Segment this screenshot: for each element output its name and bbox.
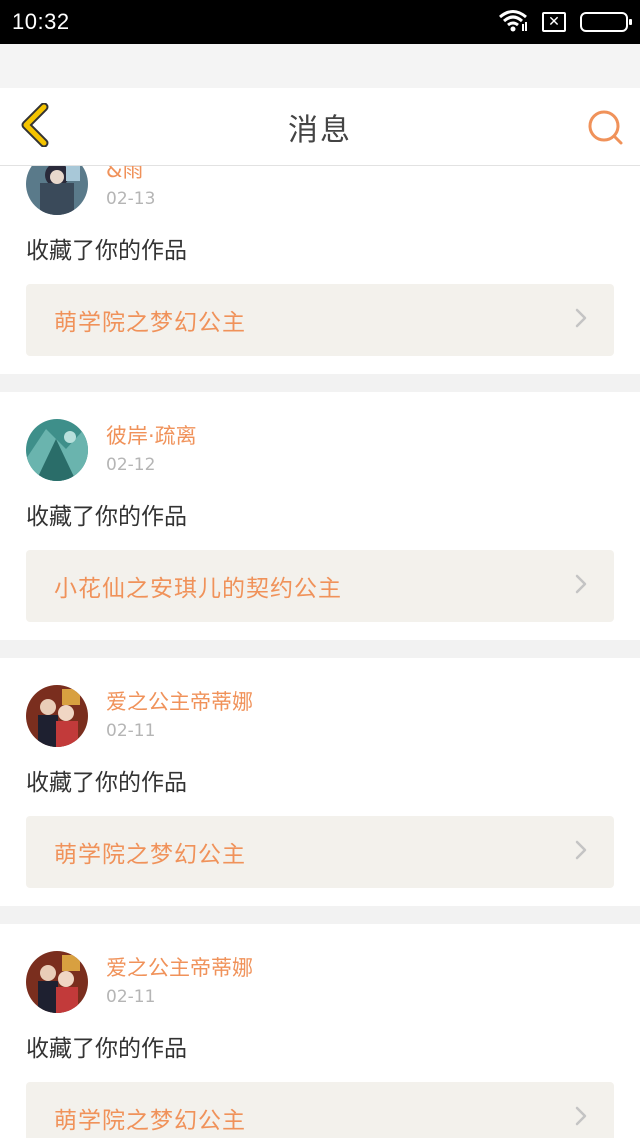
search-button[interactable] — [586, 108, 626, 148]
work-title: 萌学院之梦幻公主 — [54, 842, 246, 868]
message-date: 02-11 — [106, 987, 156, 1007]
wifi-icon — [498, 8, 528, 36]
work-link[interactable]: 小花仙之安琪儿的契约公主 — [26, 550, 614, 622]
work-title: 萌学院之梦幻公主 — [54, 1108, 246, 1134]
message-card: 爱之公主帝蒂娜 02-11 收藏了你的作品 萌学院之梦幻公主 — [0, 924, 640, 1138]
work-link[interactable]: 萌学院之梦幻公主 — [26, 284, 614, 356]
user-meta: 爱之公主帝蒂娜 02-11 — [106, 954, 253, 1010]
message-card: 彼岸·疏离 02-12 收藏了你的作品 小花仙之安琪儿的契约公主 — [0, 392, 640, 640]
chevron-right-icon — [574, 307, 588, 333]
chevron-right-icon — [574, 1105, 588, 1131]
work-title: 萌学院之梦幻公主 — [54, 310, 246, 336]
chevron-right-icon — [574, 839, 588, 865]
message-card: 爱之公主帝蒂娜 02-11 收藏了你的作品 萌学院之梦幻公主 — [0, 658, 640, 906]
message-header: &雨 02-13 — [26, 166, 614, 216]
message-header: 彼岸·疏离 02-12 — [26, 418, 614, 482]
status-icons: ✕ — [498, 8, 632, 36]
work-link[interactable]: 萌学院之梦幻公主 — [26, 816, 614, 888]
status-bar: 10:32 ✕ — [0, 0, 640, 44]
action-text: 收藏了你的作品 — [26, 238, 187, 264]
action-text: 收藏了你的作品 — [26, 1036, 187, 1062]
message-header: 爱之公主帝蒂娜 02-11 — [26, 684, 614, 748]
message-date: 02-11 — [106, 721, 156, 741]
nav-bar: 消息 — [0, 88, 640, 166]
work-link[interactable]: 萌学院之梦幻公主 — [26, 1082, 614, 1138]
user-meta: &雨 02-13 — [106, 166, 155, 212]
chevron-right-icon — [574, 573, 588, 599]
page-title: 消息 — [288, 113, 352, 148]
avatar[interactable] — [26, 951, 88, 1013]
battery-icon — [580, 12, 632, 32]
avatar[interactable] — [26, 419, 88, 481]
username[interactable]: &雨 — [106, 166, 155, 184]
avatar[interactable] — [26, 685, 88, 747]
message-feed: &雨 02-13 收藏了你的作品 萌学院之梦幻公主 彼岸·疏离 02-12 收藏… — [0, 166, 640, 1138]
message-date: 02-13 — [106, 189, 156, 209]
sim-off-icon: ✕ — [542, 12, 566, 32]
status-time: 10:32 — [12, 9, 70, 34]
username[interactable]: 爱之公主帝蒂娜 — [106, 954, 253, 982]
user-meta: 彼岸·疏离 02-12 — [106, 422, 197, 478]
avatar[interactable] — [26, 166, 88, 215]
user-meta: 爱之公主帝蒂娜 02-11 — [106, 688, 253, 744]
top-spacer — [0, 44, 640, 88]
message-card: &雨 02-13 收藏了你的作品 萌学院之梦幻公主 — [0, 166, 640, 374]
action-text: 收藏了你的作品 — [26, 504, 187, 530]
search-icon — [586, 110, 626, 152]
work-title: 小花仙之安琪儿的契约公主 — [54, 576, 342, 602]
username[interactable]: 爱之公主帝蒂娜 — [106, 688, 253, 716]
message-header: 爱之公主帝蒂娜 02-11 — [26, 950, 614, 1014]
action-text: 收藏了你的作品 — [26, 770, 187, 796]
username[interactable]: 彼岸·疏离 — [106, 422, 197, 450]
message-list[interactable]: &雨 02-13 收藏了你的作品 萌学院之梦幻公主 彼岸·疏离 02-12 收藏… — [0, 166, 640, 1138]
message-date: 02-12 — [106, 455, 156, 475]
